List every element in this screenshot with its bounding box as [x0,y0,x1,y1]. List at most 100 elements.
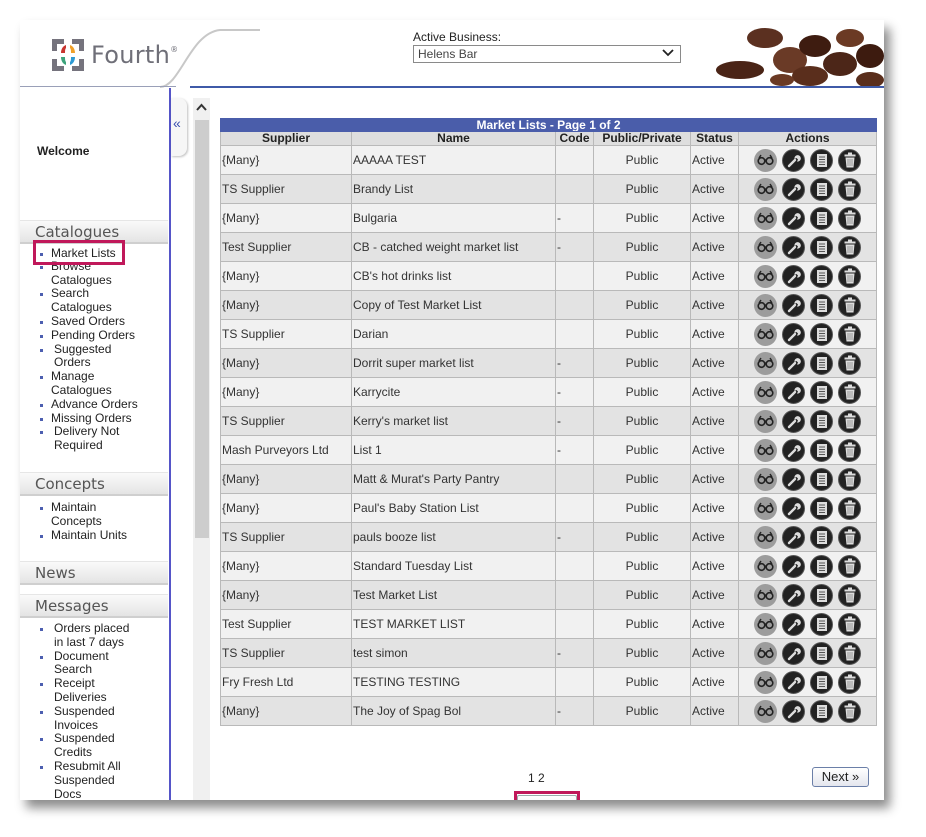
copy-button[interactable] [810,177,833,201]
view-button[interactable] [754,670,777,694]
delete-button[interactable] [838,699,861,723]
edit-button[interactable] [782,148,805,172]
delete-button[interactable] [838,438,861,462]
table-row[interactable]: TS Supplier test simon - Public Active [220,638,878,668]
delete-button[interactable] [838,525,861,549]
view-button[interactable] [754,206,777,230]
table-row[interactable]: {Many} Paul's Baby Station List Public Acti… [220,493,878,523]
view-button[interactable] [754,409,777,433]
edit-button[interactable] [782,554,805,578]
delete-button[interactable] [838,177,861,201]
view-button[interactable] [754,148,777,172]
edit-button[interactable] [782,670,805,694]
sidebar-item-resubmit-suspended-docs[interactable]: Resubmit All Suspended Docs [39,759,124,800]
delete-button[interactable] [838,612,861,636]
copy-button[interactable] [810,148,833,172]
copy-button[interactable] [810,351,833,375]
view-button[interactable] [754,322,777,346]
column-header-code[interactable]: Code [555,131,594,146]
section-messages[interactable]: Messages [20,594,168,618]
sidebar-item-saved-orders[interactable]: Saved Orders [39,314,167,329]
table-row[interactable]: Test Supplier TEST MARKET LIST Public Activ… [220,609,878,639]
page-link-2[interactable]: 2 [538,771,545,785]
table-row[interactable]: Test Supplier CB - catched weight market … [220,232,878,262]
view-button[interactable] [754,351,777,375]
active-business-select[interactable]: Helens Bar [413,45,681,63]
copy-button[interactable] [810,554,833,578]
delete-button[interactable] [838,467,861,491]
view-button[interactable] [754,293,777,317]
edit-button[interactable] [782,293,805,317]
sidebar-item-orders-last-7-days[interactable]: Orders placed in last 7 days [39,621,134,650]
delete-button[interactable] [838,322,861,346]
edit-button[interactable] [782,438,805,462]
column-header-supplier[interactable]: Supplier [220,131,352,146]
delete-button[interactable] [838,264,861,288]
copy-button[interactable] [810,496,833,520]
delete-button[interactable] [838,380,861,404]
delete-button[interactable] [838,293,861,317]
table-row[interactable]: Fry Fresh Ltd TESTING TESTING Public Active [220,667,878,697]
edit-button[interactable] [782,496,805,520]
table-row[interactable]: {Many} The Joy of Spag Bol - Public Active [220,696,878,726]
table-row[interactable]: TS Supplier Darian Public Active [220,319,878,349]
edit-button[interactable] [782,641,805,665]
view-button[interactable] [754,438,777,462]
view-button[interactable] [754,583,777,607]
table-row[interactable]: {Many} Matt & Murat's Party Pantry Public A… [220,464,878,494]
delete-button[interactable] [838,206,861,230]
copy-button[interactable] [810,409,833,433]
table-row[interactable]: {Many} Copy of Test Market List Public Acti… [220,290,878,320]
view-button[interactable] [754,235,777,259]
edit-button[interactable] [782,235,805,259]
table-row[interactable]: Mash Purveyors Ltd List 1- Public Active [220,435,878,465]
page-link-1[interactable]: 1 [528,771,535,785]
edit-button[interactable] [782,409,805,433]
copy-button[interactable] [810,206,833,230]
column-header-name[interactable]: Name [351,131,556,146]
delete-button[interactable] [838,670,861,694]
edit-button[interactable] [782,177,805,201]
next-page-button[interactable]: Next » [812,767,869,787]
copy-button[interactable] [810,525,833,549]
scroll-up-arrow-icon[interactable] [193,98,210,118]
view-button[interactable] [754,467,777,491]
sidebar-item-search-catalogues[interactable]: Search Catalogues [39,287,113,315]
view-button[interactable] [754,525,777,549]
table-row[interactable]: {Many} Standard Tuesday List Public Active [220,551,878,581]
copy-button[interactable] [810,612,833,636]
delete-button[interactable] [838,641,861,665]
sidebar-item-suspended-credits[interactable]: Suspended Credits [39,732,124,760]
table-row[interactable]: TS Supplier Kerry's market list - Public Act… [220,406,878,436]
view-button[interactable] [754,554,777,578]
copy-button[interactable] [810,235,833,259]
copy-button[interactable] [810,467,833,491]
sidebar-item-delivery-not-required[interactable]: Delivery Not Required [39,425,134,453]
copy-button[interactable] [810,264,833,288]
table-row[interactable]: TS Supplier Brandy List Public Active [220,174,878,204]
section-news[interactable]: News [20,561,168,585]
delete-button[interactable] [838,351,861,375]
sidebar-item-suggested-orders[interactable]: Suggested Orders [39,342,116,371]
edit-button[interactable] [782,206,805,230]
delete-button[interactable] [838,409,861,433]
copy-button[interactable] [810,380,833,404]
sidebar-item-maintain-concepts[interactable]: Maintain Concepts [39,500,113,529]
sidebar-item-manage-catalogues[interactable]: Manage Catalogues [39,369,113,398]
view-button[interactable] [754,177,777,201]
table-row[interactable]: {Many} Bulgaria - Public Active [220,203,878,233]
view-button[interactable] [754,612,777,636]
column-header-status[interactable]: Status [690,131,739,146]
copy-button[interactable] [810,322,833,346]
sidebar-item-pending-orders[interactable]: Pending Orders [39,328,167,343]
table-row[interactable]: {Many} Test Market List Public Active [220,580,878,610]
edit-button[interactable] [782,612,805,636]
column-header-public-private[interactable]: Public/Private [593,131,691,146]
copy-button[interactable] [810,293,833,317]
sidebar-item-suspended-invoices[interactable]: Suspended Invoices [39,704,124,733]
edit-button[interactable] [782,351,805,375]
view-button[interactable] [754,641,777,665]
sidebar-item-document-search[interactable]: Document Search [39,649,116,678]
collapse-sidebar-button[interactable]: « [171,98,187,156]
table-row[interactable]: {Many} Dorrit super market list - Public Act… [220,348,878,378]
